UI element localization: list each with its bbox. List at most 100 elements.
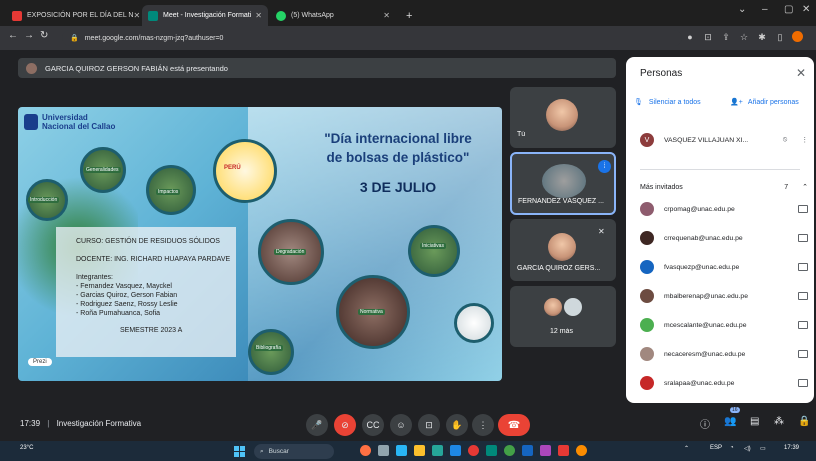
mute-all-button[interactable]: 🎙 Silenciar a todos [634,98,701,107]
taskbar-app-icon[interactable] [378,445,389,456]
camera-off-button[interactable]: ⊘ [334,414,356,436]
guest-row[interactable]: crpomag@unac.edu.pe [640,198,808,220]
meeting-details-icon[interactable]: ⓘ [700,416,710,431]
forward-icon[interactable]: → [24,30,34,41]
taskbar-app-icon[interactable] [432,445,443,456]
taskbar-app-icon[interactable] [396,445,407,456]
profile-avatar[interactable] [792,31,803,42]
emoji-button[interactable]: ☺ [390,414,412,436]
start-button[interactable] [234,446,245,457]
taskbar-app-icon[interactable] [558,445,569,456]
participant-tile[interactable]: ✕ GARCIA QUIROZ GERS... [510,219,616,281]
screen-share-icon[interactable]: ⊡ [702,31,714,43]
camera-indicator-icon[interactable]: ● [684,31,696,43]
guest-email: mbalberenap@unac.edu.pe [664,292,748,300]
leave-call-button[interactable]: ☎ [498,414,530,436]
slide-title-line-1: "Día internacional libre [324,131,472,146]
taskbar-search[interactable]: ⌕ Buscar [254,444,334,459]
slide-title-line-2: de bolsas de plástico" [326,150,470,165]
participant-tile-active-speaker[interactable]: ⁞ FERNÁNDEZ VÁSQUEZ ... [510,152,616,215]
host-controls-icon[interactable]: 🔒 [798,416,810,427]
activities-icon[interactable]: ⁂ [774,416,784,427]
bubble-label: Generalidades [84,167,121,173]
close-window-icon[interactable]: ✕ [802,4,810,15]
taskbar-clock[interactable]: 17:39 [784,445,799,451]
more-options-icon[interactable]: ⋮ [801,136,808,144]
language-indicator[interactable]: ESP [710,445,722,451]
presenter-banner-text: GARCIA QUIROZ GERSON FABIÁN está present… [45,63,228,73]
taskbar-app-icon[interactable] [360,445,371,456]
more-guests-section[interactable]: Más invitados 7 ⌃ [640,176,808,198]
mute-all-label: Silenciar a todos [648,98,701,106]
people-icon[interactable]: 👥 [724,416,736,427]
guest-row[interactable]: fvasquezp@unac.edu.pe [640,256,808,278]
present-button[interactable]: ⊡ [418,414,440,436]
minimize-icon[interactable]: – [762,4,768,15]
message-icon[interactable] [798,263,808,271]
microphone-button[interactable]: 🎤 [306,414,328,436]
tray-chevron-icon[interactable]: ⌃ [684,445,689,452]
reload-icon[interactable]: ↻ [40,30,48,41]
maximize-icon[interactable]: ▢ [784,4,793,15]
url-field[interactable]: 🔒 meet.google.com/mas-nzgm-jzq?authuser=… [62,30,682,46]
browser-tab-2[interactable]: (5) WhatsApp ✕ [270,5,396,26]
guest-row[interactable]: necaceresm@unac.edu.pe [640,343,808,365]
close-panel-icon[interactable]: ✕ [796,66,806,80]
university-name-line-1: Universidad [42,113,88,122]
bubble-peru [213,139,277,203]
people-panel: Personas ✕ 🎙 Silenciar a todos 👤+ Añadir… [626,57,814,403]
battery-icon[interactable]: ▭ [760,445,766,452]
meeting-info-separator: | [47,419,50,428]
guest-email: necaceresm@unac.edu.pe [664,350,746,358]
whatsapp-favicon-icon [276,10,286,21]
message-icon[interactable] [798,321,808,329]
wifi-icon[interactable]: ◔ [730,445,734,451]
whatsapp-taskbar-icon[interactable] [504,445,515,456]
guest-row[interactable]: crrequenab@unac.edu.pe [640,227,808,249]
extensions-icon[interactable]: ✱ [756,31,768,43]
add-people-button[interactable]: 👤+ Añadir personas [730,98,799,107]
guest-row[interactable]: mcescalante@unac.edu.pe [640,314,808,336]
chevron-up-icon[interactable]: ⌃ [802,183,808,191]
taskbar-app-icon[interactable] [576,445,587,456]
bookmark-star-icon[interactable]: ☆ [738,31,750,43]
browser-tab-1[interactable]: Meet - Investigación Formati ✕ [142,5,268,26]
taskbar-app-icon[interactable] [486,445,497,456]
back-icon[interactable]: ← [8,30,18,41]
tab-close-icon[interactable]: ✕ [255,11,262,20]
message-icon[interactable] [798,205,808,213]
browser-tab-0[interactable]: EXPOSICIÓN POR EL DÍA DEL N ✕ [6,5,142,26]
prezi-badge: Prezi [28,358,52,366]
host-row[interactable]: V VASQUEZ VILLAJUAN XI... ⦸ ⋮ [640,129,808,151]
search-icon: ⌕ [260,447,264,455]
host-name: VASQUEZ VILLAJUAN XI... [664,136,749,144]
taskbar-app-icon[interactable] [540,445,551,456]
weather-widget[interactable]: 23°C [20,445,33,451]
guest-row[interactable]: sralapaa@unac.edu.pe [640,372,808,394]
raise-hand-button[interactable]: ✋ [446,414,468,436]
file-explorer-icon[interactable] [414,445,425,456]
chat-icon[interactable]: ▤ [750,416,759,427]
sidebar-icon[interactable]: ▯ [774,31,786,43]
new-tab-button[interactable]: + [400,5,420,26]
tab-close-icon[interactable]: ✕ [133,11,140,20]
bubble-label: Impactos [156,189,181,195]
participant-tile-self[interactable]: Tú [510,87,616,148]
tab-search-icon[interactable]: ⌄ [738,4,746,15]
guest-row[interactable]: mbalberenap@unac.edu.pe [640,285,808,307]
more-participants-tile[interactable]: 12 más [510,286,616,347]
chrome-icon[interactable] [468,445,479,456]
captions-button[interactable]: CC [362,414,384,436]
message-icon[interactable] [798,350,808,358]
volume-icon[interactable]: ◁) [744,445,751,452]
guest-avatar [640,289,654,303]
word-icon[interactable] [522,445,533,456]
tab-close-icon[interactable]: ✕ [383,11,390,20]
presenter-avatar [26,62,37,74]
message-icon[interactable] [798,234,808,242]
taskbar-app-icon[interactable] [450,445,461,456]
more-options-button[interactable]: ⋮ [472,414,494,436]
message-icon[interactable] [798,379,808,387]
message-icon[interactable] [798,292,808,300]
share-icon[interactable]: ⇪ [720,31,732,43]
